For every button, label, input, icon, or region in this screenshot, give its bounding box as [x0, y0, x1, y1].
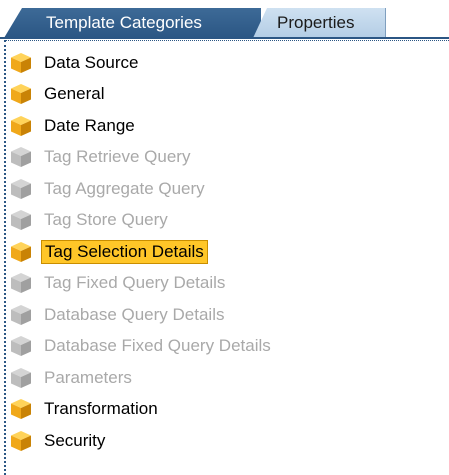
tree-item-label: Database Query Details [44, 304, 225, 324]
tree-item-date-range[interactable]: Date Range [6, 110, 449, 142]
tree-item-general[interactable]: General [6, 79, 449, 111]
tree-item-database-fixed-query-details[interactable]: Database Fixed Query Details [6, 331, 449, 363]
tree-item-label: Transformation [44, 399, 158, 419]
cube-icon [10, 115, 32, 137]
tree-item-label: Data Source [44, 52, 139, 72]
tree-item-label: Parameters [44, 367, 132, 387]
tree-item-parameters[interactable]: Parameters [6, 362, 449, 394]
tree-item-label: Tag Retrieve Query [44, 147, 191, 167]
category-tree: Data Source General Date Range Tag Retrieve… [4, 40, 449, 475]
tab-underline [0, 37, 449, 39]
tree-item-tag-retrieve-query[interactable]: Tag Retrieve Query [6, 142, 449, 174]
tree-item-data-source[interactable]: Data Source [6, 47, 449, 79]
tree-item-label: Tag Fixed Query Details [44, 273, 226, 293]
cube-icon [10, 241, 32, 263]
cube-icon [10, 52, 32, 74]
cube-icon [10, 83, 32, 105]
tree-item-label: General [44, 84, 105, 104]
tree-item-tag-aggregate-query[interactable]: Tag Aggregate Query [6, 173, 449, 205]
tree-item-security[interactable]: Security [6, 425, 449, 457]
tree-item-database-query-details[interactable]: Database Query Details [6, 299, 449, 331]
cube-icon [10, 209, 32, 231]
tree-item-tag-store-query[interactable]: Tag Store Query [6, 205, 449, 237]
cube-icon [10, 430, 32, 452]
tree-item-tag-selection-details[interactable]: Tag Selection Details [6, 236, 449, 268]
cube-icon [10, 178, 32, 200]
tree-item-label: Date Range [44, 115, 135, 135]
tab-properties[interactable]: Properties [253, 8, 386, 38]
tree-item-label: Tag Store Query [44, 210, 168, 230]
cube-icon [10, 367, 32, 389]
tree-item-tag-fixed-query-details[interactable]: Tag Fixed Query Details [6, 268, 449, 300]
tree-item-label: Security [44, 430, 106, 450]
tree-item-label: Database Fixed Query Details [44, 336, 271, 356]
tree-item-transformation[interactable]: Transformation [6, 394, 449, 426]
tab-template-categories[interactable]: Template Categories [4, 8, 261, 38]
cube-icon [10, 335, 32, 357]
cube-icon [10, 272, 32, 294]
tab-bar: Template Categories Properties [0, 0, 449, 40]
tree-item-label: Tag Selection Details [41, 239, 208, 264]
cube-icon [10, 304, 32, 326]
cube-icon [10, 398, 32, 420]
tree-item-label: Tag Aggregate Query [44, 178, 205, 198]
cube-icon [10, 146, 32, 168]
